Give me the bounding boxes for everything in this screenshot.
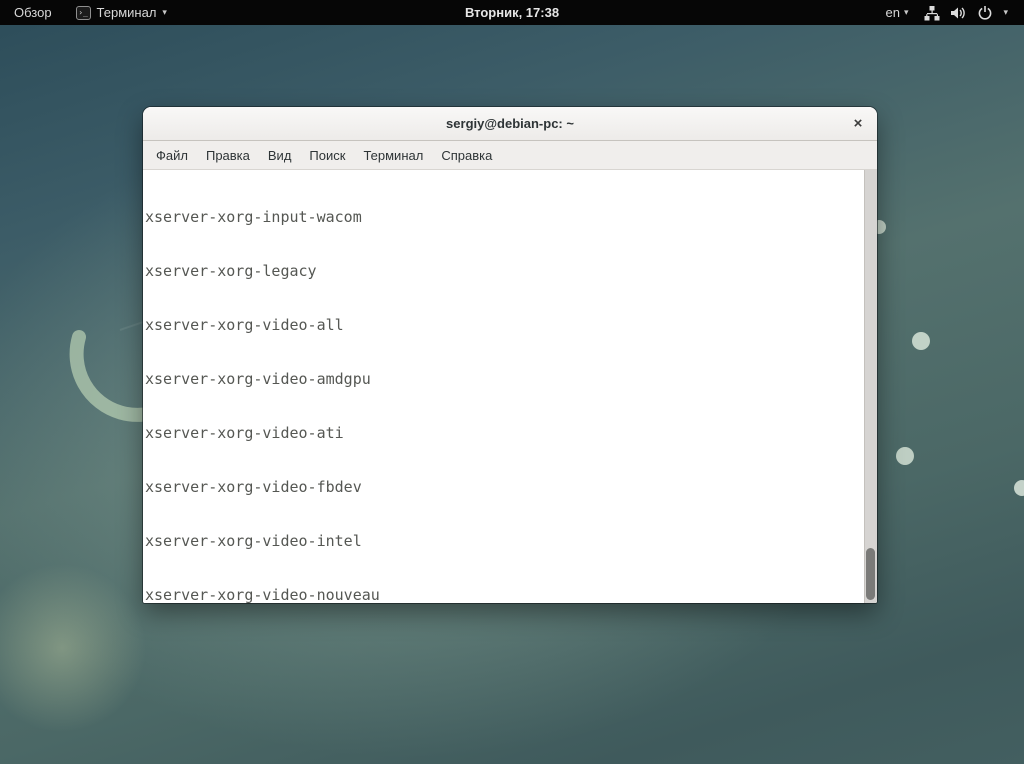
window-titlebar[interactable]: sergiy@debian-pc: ~ × — [143, 107, 877, 141]
network-wired-icon — [924, 5, 940, 21]
top-bar: Обзор ›_ Терминал ▾ Вторник, 17:38 en ▾ — [0, 0, 1024, 25]
menu-terminal[interactable]: Терминал — [354, 144, 432, 167]
close-icon: × — [854, 115, 863, 132]
terminal-viewport[interactable]: xserver-xorg-input-wacom xserver-xorg-le… — [143, 170, 877, 603]
terminal-line: xserver-xorg-video-all — [145, 316, 862, 334]
keyboard-layout-label: en — [885, 5, 899, 20]
keyboard-layout-button[interactable]: en ▾ — [881, 5, 912, 20]
terminal-icon: ›_ — [76, 6, 91, 20]
clock[interactable]: Вторник, 17:38 — [465, 5, 559, 20]
chevron-down-icon: ▾ — [1003, 7, 1008, 18]
menu-search[interactable]: Поиск — [300, 144, 354, 167]
chevron-down-icon: ▾ — [162, 7, 167, 18]
terminal-line: xserver-xorg-input-wacom — [145, 208, 862, 226]
app-menu-label: Терминал — [97, 5, 157, 20]
wallpaper-dot — [912, 332, 930, 350]
terminal-line: xserver-xorg-legacy — [145, 262, 862, 280]
menu-help[interactable]: Справка — [432, 144, 501, 167]
power-icon — [977, 5, 993, 21]
terminal-window: sergiy@debian-pc: ~ × Файл Правка Вид По… — [143, 107, 877, 603]
activities-button[interactable]: Обзор — [0, 0, 66, 25]
activities-label: Обзор — [14, 5, 52, 20]
terminal-line: xserver-xorg-video-fbdev — [145, 478, 862, 496]
scrollbar-track[interactable] — [864, 170, 877, 603]
window-title: sergiy@debian-pc: ~ — [446, 116, 574, 131]
wallpaper-dot — [1014, 480, 1024, 496]
menu-bar: Файл Правка Вид Поиск Терминал Справка — [143, 141, 877, 170]
wallpaper-dot — [896, 447, 914, 465]
terminal-line: xserver-xorg-video-amdgpu — [145, 370, 862, 388]
system-status-area[interactable]: ▾ — [920, 5, 1012, 21]
menu-edit[interactable]: Правка — [197, 144, 259, 167]
close-button[interactable]: × — [847, 113, 869, 135]
menu-file[interactable]: Файл — [147, 144, 197, 167]
terminal-line: xserver-xorg-video-intel — [145, 532, 862, 550]
app-menu-button[interactable]: ›_ Терминал ▾ — [66, 0, 177, 25]
scrollbar-thumb[interactable] — [866, 548, 875, 600]
menu-view[interactable]: Вид — [259, 144, 301, 167]
volume-icon — [950, 5, 967, 21]
terminal-line: xserver-xorg-video-nouveau — [145, 586, 862, 603]
terminal-line: xserver-xorg-video-ati — [145, 424, 862, 442]
terminal-output: xserver-xorg-input-wacom xserver-xorg-le… — [145, 172, 862, 603]
chevron-down-icon: ▾ — [904, 7, 909, 18]
